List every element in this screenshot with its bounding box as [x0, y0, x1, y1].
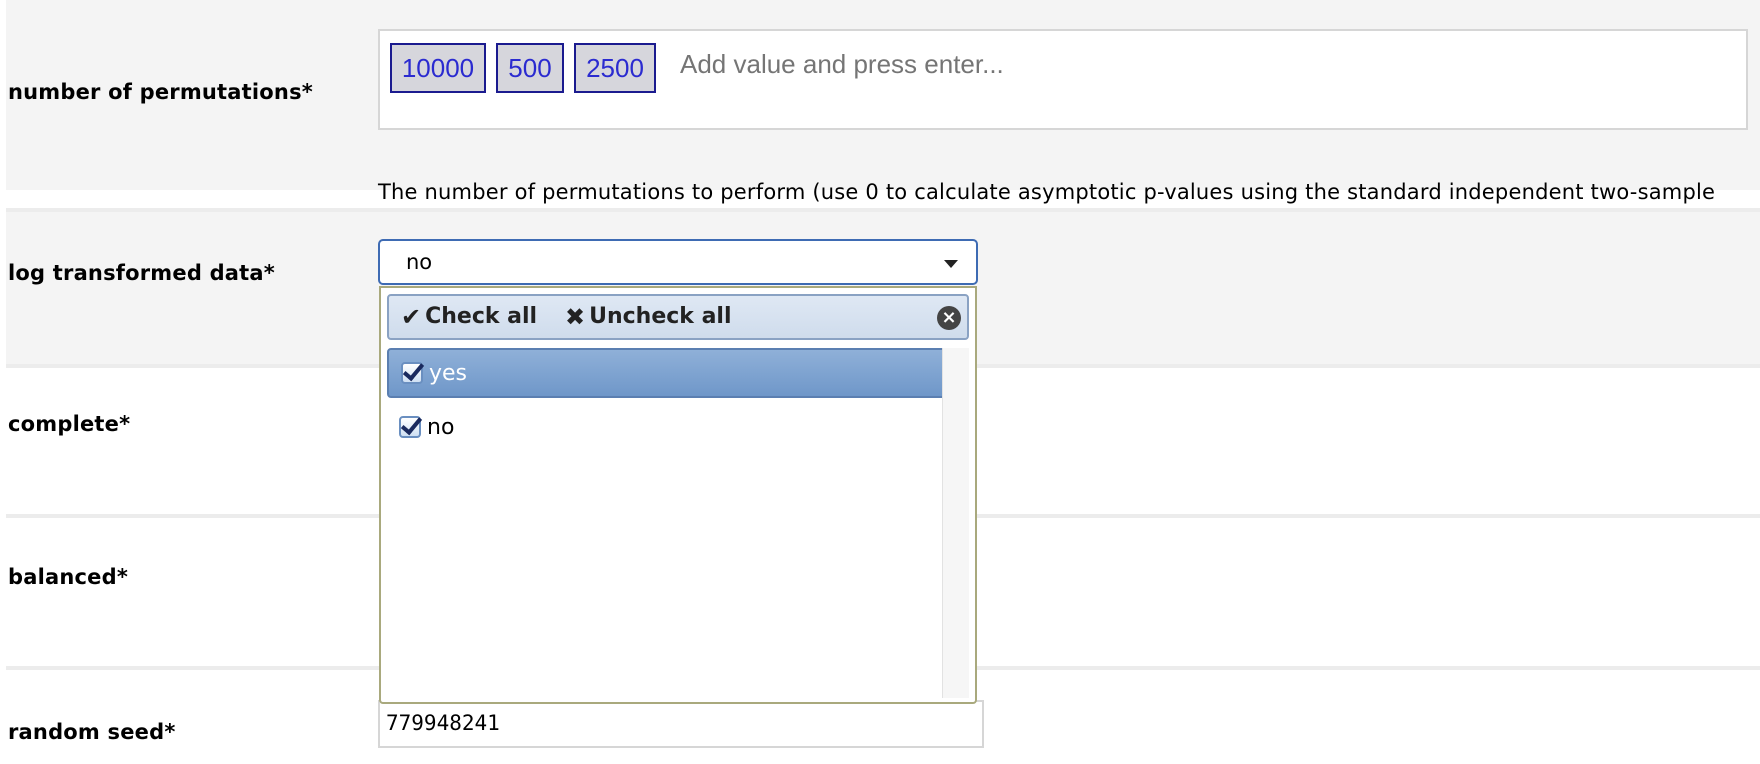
- tag-500[interactable]: 500: [496, 43, 564, 93]
- random-seed-label: random seed*: [8, 720, 176, 744]
- option-label: yes: [429, 360, 468, 386]
- checkmark-icon: ✔: [401, 302, 422, 331]
- tag-10000[interactable]: 10000: [390, 43, 486, 93]
- checkbox-checked-icon[interactable]: [399, 416, 421, 438]
- check-all-button[interactable]: ✔ Check all: [401, 304, 537, 329]
- balanced-label: balanced*: [8, 565, 129, 589]
- check-all-label: Check all: [425, 304, 538, 329]
- permutations-label: number of permutations*: [8, 80, 313, 104]
- checkbox-checked-icon[interactable]: [401, 362, 423, 384]
- form-page: number of permutations* 10000 500 2500 T…: [0, 0, 1760, 764]
- option-no[interactable]: no: [387, 402, 947, 452]
- dropdown-header: ✔ Check all ✖ Uncheck all ×: [387, 294, 969, 340]
- complete-label: complete*: [8, 412, 131, 436]
- random-seed-input[interactable]: 779948241: [378, 700, 984, 748]
- multiselect-dropdown: ✔ Check all ✖ Uncheck all × yes no: [379, 286, 977, 704]
- close-circle-icon[interactable]: ×: [937, 306, 961, 330]
- caret-down-icon: [944, 260, 958, 268]
- permutations-value-input[interactable]: [678, 45, 1282, 83]
- dropdown-scrollbar[interactable]: [942, 348, 969, 698]
- uncheck-all-label: Uncheck all: [589, 304, 732, 329]
- option-label: no: [427, 414, 455, 440]
- option-yes[interactable]: yes: [387, 348, 947, 398]
- x-icon: ✖: [565, 302, 586, 331]
- log-transformed-label: log transformed data*: [8, 261, 275, 285]
- select-value: no: [406, 250, 433, 274]
- permutations-help-text: The number of permutations to perform (u…: [378, 180, 1716, 204]
- tag-2500[interactable]: 2500: [574, 43, 656, 93]
- options-list: yes no: [387, 348, 947, 452]
- uncheck-all-button[interactable]: ✖ Uncheck all: [565, 304, 732, 329]
- permutations-tag-input[interactable]: 10000 500 2500: [378, 29, 1748, 130]
- log-transformed-select[interactable]: no: [378, 239, 978, 285]
